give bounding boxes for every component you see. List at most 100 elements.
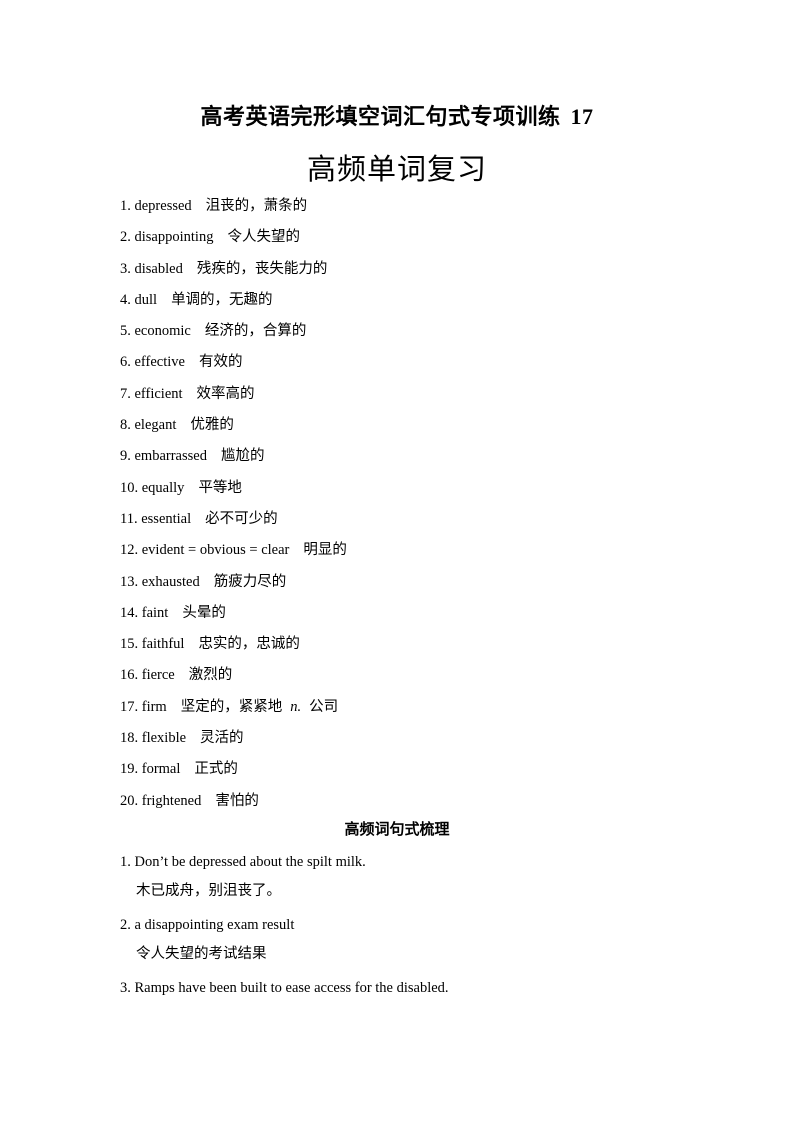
vocabulary-meaning: 坚定的，紧紧地 [180, 698, 283, 715]
sentence-index: 2. [120, 917, 131, 933]
vocabulary-word-text: fierce [141, 667, 175, 684]
vocabulary-meaning: 单调的，无趣的 [171, 291, 273, 308]
vocabulary-index: 4. [120, 291, 131, 308]
vocabulary-word: 18. flexible [120, 730, 186, 746]
vocabulary-word-text: frightened [141, 792, 202, 809]
vocabulary-meaning: 正式的 [194, 761, 238, 778]
vocabulary-index: 20. [120, 792, 139, 809]
vocabulary-word: 4. dull [120, 292, 157, 308]
vocabulary-word-text: flexible [141, 730, 187, 747]
vocabulary-item: 5. economic 经济的，合算的 [120, 319, 347, 350]
vocabulary-index: 14. [120, 604, 139, 621]
document-page: 高考英语完形填空词汇句式专项训练 17 高频单词复习 1. depressed 沮丧… [0, 0, 794, 1123]
sentence-chinese: 令人失望的考试结果 [136, 946, 267, 962]
vocabulary-meaning: 令人失望的 [227, 229, 300, 246]
document-title-number: 17 [570, 104, 594, 129]
vocabulary-item: 3. disabled 残疾的，丧失能力的 [120, 257, 347, 288]
sentence-list: 1. Don’t be depressed about the spilt mi… [120, 850, 449, 1000]
vocabulary-word-text: efficient [134, 385, 183, 402]
vocabulary-meaning: 尴尬的 [220, 448, 265, 465]
vocabulary-word-text: faint [141, 604, 169, 621]
vocabulary-item: 6. effective 有效的 [120, 350, 347, 381]
vocabulary-word: 9. embarrassed [120, 448, 207, 464]
vocabulary-index: 6. [120, 354, 131, 371]
vocabulary-word: 19. formal [120, 761, 180, 777]
vocabulary-word: 7. efficient [120, 386, 183, 402]
vocabulary-index: 17. [120, 698, 139, 715]
sentence-index: 3. [120, 980, 131, 996]
vocabulary-index: 11. [120, 510, 138, 527]
vocabulary-word-text: evident = obvious = clear [141, 542, 290, 559]
vocabulary-index: 3. [120, 260, 131, 277]
vocabulary-extra-meaning: 公司 [309, 698, 339, 715]
vocabulary-item: 12. evident = obvious = clear 明显的 [120, 538, 347, 569]
vocabulary-index: 18. [120, 730, 139, 747]
sentence-english: 1. Don’t be depressed about the spilt mi… [120, 850, 449, 874]
vocabulary-word: 12. evident = obvious = clear [120, 542, 289, 558]
vocabulary-word: 16. fierce [120, 667, 175, 683]
vocabulary-item: 15. faithful 忠实的，忠诚的 [120, 632, 347, 663]
vocabulary-item: 8. elegant 优雅的 [120, 413, 347, 444]
vocabulary-item: 19. formal 正式的 [120, 757, 347, 788]
vocabulary-item: 11. essential 必不可少的 [120, 507, 347, 538]
vocabulary-index: 7. [120, 385, 131, 402]
vocabulary-word: 20. frightened [120, 793, 201, 809]
sentence-english-text: Don’t be depressed about the spilt milk. [134, 854, 366, 870]
vocabulary-meaning: 残疾的，丧失能力的 [196, 260, 328, 277]
sentence-item: 3. Ramps have been built to ease access … [120, 976, 449, 1000]
vocabulary-item: 1. depressed 沮丧的，萧条的 [120, 194, 347, 225]
vocabulary-item: 4. dull 单调的，无趣的 [120, 288, 347, 319]
document-title-text: 高考英语完形填空词汇句式专项训练 [200, 104, 561, 129]
vocabulary-index: 2. [120, 229, 131, 246]
vocabulary-index: 9. [120, 448, 131, 465]
vocabulary-word-text: exhausted [141, 573, 200, 590]
vocabulary-index: 19. [120, 761, 139, 778]
vocabulary-item: 13. exhausted 筋疲力尽的 [120, 570, 347, 601]
vocabulary-word-text: formal [141, 761, 181, 778]
vocabulary-meaning: 头晕的 [182, 604, 226, 621]
vocabulary-word: 17. firm [120, 699, 167, 715]
section-title: 高频单词复习 [306, 154, 487, 186]
vocabulary-word-text: depressed [134, 198, 192, 214]
part-of-speech: n. [290, 698, 302, 715]
vocabulary-meaning: 优雅的 [190, 417, 234, 434]
subsection-title: 高频词句式梳理 [344, 820, 450, 838]
vocabulary-word-text: economic [134, 323, 191, 340]
sentence-english-text: Ramps have been built to ease access for… [134, 980, 449, 996]
vocabulary-meaning: 害怕的 [215, 792, 259, 809]
vocabulary-index: 8. [120, 417, 131, 434]
vocabulary-item: 10. equally 平等地 [120, 476, 347, 507]
vocabulary-item: 7. efficient 效率高的 [120, 382, 347, 413]
vocabulary-word-text: equally [141, 479, 185, 496]
vocabulary-word: 5. economic [120, 323, 191, 339]
sentence-index: 1. [120, 854, 131, 870]
vocabulary-index: 15. [120, 636, 139, 653]
sentence-english: 3. Ramps have been built to ease access … [120, 976, 449, 1000]
vocabulary-index: 10. [120, 479, 139, 496]
sentence-item: 2. a disappointing exam result 令人失望的考试结果 [120, 913, 449, 976]
vocabulary-meaning: 灵活的 [200, 730, 244, 747]
vocabulary-word: 8. elegant [120, 417, 176, 433]
vocabulary-index: 12. [120, 542, 139, 559]
vocabulary-word-text: disabled [134, 260, 183, 277]
vocabulary-word: 6. effective [120, 354, 185, 370]
vocabulary-index: 1. [120, 198, 131, 214]
vocabulary-meaning: 效率高的 [196, 385, 255, 402]
vocabulary-item: 14. faint 头晕的 [120, 601, 347, 632]
vocabulary-meaning: 筋疲力尽的 [213, 573, 287, 590]
vocabulary-word: 1. depressed [120, 198, 192, 214]
vocabulary-list: 1. depressed 沮丧的，萧条的 2. disappointing 令人失望的… [120, 194, 347, 820]
vocabulary-word: 15. faithful [120, 636, 184, 652]
vocabulary-word-text: embarrassed [134, 448, 207, 465]
sentence-english: 2. a disappointing exam result [120, 913, 449, 937]
vocabulary-item: 17. firm 坚定的，紧紧地 n. 公司 [120, 695, 347, 726]
sentence-chinese: 木已成舟，别沮丧了。 [136, 883, 281, 899]
vocabulary-item: 9. embarrassed 尴尬的 [120, 444, 347, 475]
vocabulary-word-text: firm [141, 698, 167, 715]
vocabulary-word: 11. essential [120, 511, 191, 527]
vocabulary-index: 5. [120, 323, 131, 340]
vocabulary-word-text: disappointing [134, 229, 214, 246]
vocabulary-item: 18. flexible 灵活的 [120, 726, 347, 757]
vocabulary-meaning: 忠实的，忠诚的 [198, 636, 300, 653]
vocabulary-item: 16. fierce 激烈的 [120, 663, 347, 694]
